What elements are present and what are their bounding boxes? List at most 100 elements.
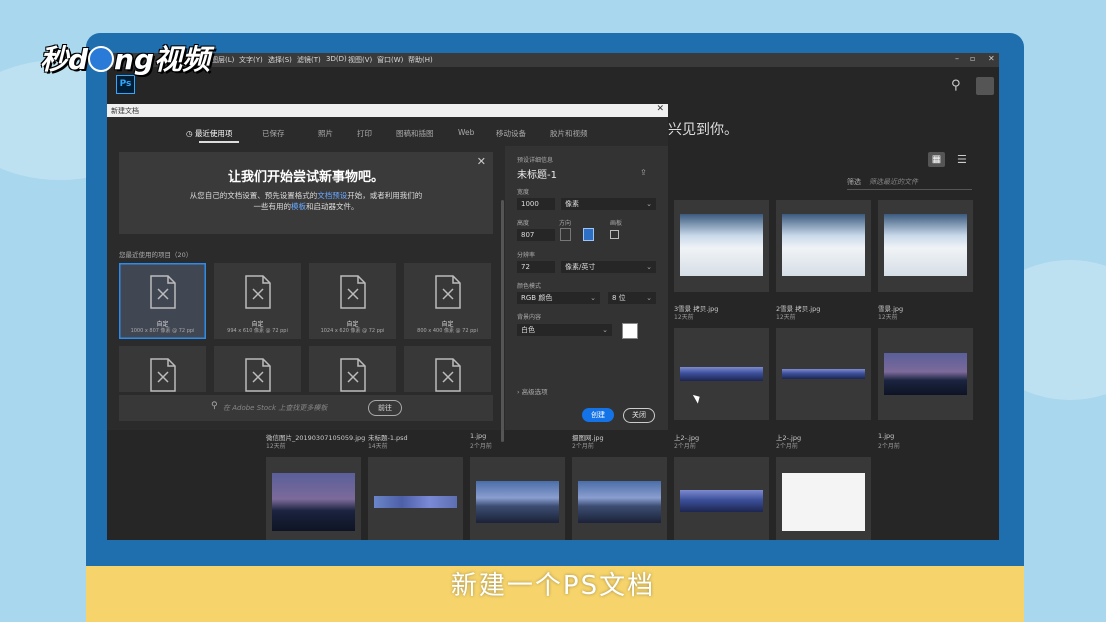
- tab-saved[interactable]: 已保存: [262, 128, 285, 139]
- tab-web[interactable]: Web: [458, 128, 474, 137]
- preset-card[interactable]: 自定 1000 x 807 像素 @ 72 ppi: [119, 263, 206, 339]
- preset-size: 1000 x 807 像素 @ 72 ppi: [130, 328, 195, 334]
- width-label: 宽度: [517, 189, 530, 196]
- file-thumb[interactable]: [470, 457, 565, 540]
- banner-title: 让我们开始尝试新事物吧。: [227, 170, 384, 185]
- menu-item-filter[interactable]: 滤镜(T): [297, 55, 321, 65]
- subtitle-caption: 新建一个PS文档: [450, 571, 656, 601]
- dialog-close-icon[interactable]: ✕: [656, 104, 664, 114]
- dialog-title: 新建文档: [111, 107, 139, 115]
- file-age: 12天前: [878, 314, 898, 321]
- chevron-down-icon: ⌄: [646, 263, 652, 271]
- bit-depth-value: 8 位: [612, 294, 626, 302]
- minimize-icon[interactable]: –: [955, 54, 959, 63]
- file-thumb[interactable]: [674, 328, 769, 420]
- preset-card[interactable]: [404, 346, 491, 392]
- clock-icon: ◷: [186, 129, 195, 138]
- resolution-label: 分辨率: [517, 252, 536, 259]
- list-view-icon[interactable]: ☰: [957, 153, 967, 166]
- active-tab-indicator: [199, 141, 239, 143]
- menu-item-window[interactable]: 窗口(W): [377, 55, 403, 65]
- file-name: 1.jpg: [878, 432, 895, 440]
- banner-text: 从您自己的文档设置、预先设置格式的文档预设开始，或者利用我们的 一些有用的模板和启…: [159, 190, 453, 212]
- resolution-input[interactable]: 72: [517, 261, 555, 273]
- maximize-icon[interactable]: ▫: [970, 54, 975, 63]
- filter-placeholder: 筛选最近的文件: [869, 178, 918, 186]
- file-age: 2个月前: [674, 443, 696, 450]
- preset-card[interactable]: [214, 346, 301, 392]
- preset-card[interactable]: 自定 1024 x 620 像素 @ 72 ppi: [309, 263, 396, 339]
- menu-item-view[interactable]: 视图(V): [348, 55, 372, 65]
- search-icon[interactable]: ⚲: [951, 78, 961, 93]
- document-name-input[interactable]: 未标题-1: [517, 166, 557, 181]
- menu-item-type[interactable]: 文字(Y): [239, 55, 263, 65]
- file-age: 14天前: [368, 443, 388, 450]
- tab-mobile[interactable]: 移动设备: [496, 128, 526, 139]
- new-document-dialog: 新建文档 ✕ ◷ 最近使用项 已保存 照片 打印 图稿和插图 Web 移动设备 …: [107, 104, 668, 442]
- photoshop-window: (I) 图层(L) 文字(Y) 选择(S) 滤镜(T) 3D(D) 视图(V) …: [107, 53, 999, 540]
- file-thumb[interactable]: [674, 457, 769, 540]
- document-icon: [245, 275, 271, 309]
- landscape-orientation-icon[interactable]: [583, 228, 594, 241]
- bit-depth-select[interactable]: 8 位 ⌄: [608, 292, 656, 304]
- preset-card[interactable]: 自定 800 x 400 像素 @ 72 ppi: [404, 263, 491, 339]
- tab-recent-label: 最近使用项: [194, 129, 233, 138]
- resolution-unit-value: 像素/英寸: [565, 263, 596, 271]
- width-input[interactable]: 1000: [517, 198, 555, 210]
- tab-recent[interactable]: ◷ 最近使用项: [186, 128, 232, 139]
- tab-art[interactable]: 图稿和插图: [396, 128, 434, 139]
- width-unit-select[interactable]: 像素 ⌄: [561, 198, 656, 210]
- filter-field[interactable]: 筛选 筛选最近的文件: [847, 177, 918, 187]
- stock-search-bar[interactable]: ⚲ 在 Adobe Stock 上查找更多模板 前往: [119, 395, 493, 421]
- resolution-unit-select[interactable]: 像素/英寸 ⌄: [561, 261, 656, 273]
- preset-size: 1024 x 620 像素 @ 72 ppi: [320, 328, 385, 334]
- background-color-swatch[interactable]: [622, 323, 638, 339]
- document-presets-link[interactable]: 文档预设: [317, 191, 347, 200]
- account-avatar[interactable]: [976, 77, 994, 95]
- file-thumb[interactable]: [572, 457, 667, 540]
- document-icon: [245, 358, 271, 392]
- file-age: 2个月前: [470, 443, 492, 450]
- grid-view-icon[interactable]: ▦: [928, 152, 945, 167]
- tab-photo[interactable]: 照片: [318, 128, 333, 139]
- file-thumb[interactable]: [878, 328, 973, 420]
- file-thumb[interactable]: [674, 200, 769, 292]
- file-age: 2个月前: [776, 443, 798, 450]
- document-icon: [340, 358, 366, 392]
- banner-text-part: 和启动器文件。: [306, 202, 359, 211]
- save-preset-icon[interactable]: ⇪: [640, 168, 647, 177]
- file-thumb[interactable]: [878, 200, 973, 292]
- portrait-orientation-icon[interactable]: [560, 228, 571, 241]
- file-thumb[interactable]: [776, 328, 871, 420]
- menu-item-3d[interactable]: 3D(D): [326, 55, 347, 63]
- artboard-checkbox[interactable]: [610, 230, 619, 239]
- file-thumb[interactable]: [776, 457, 871, 540]
- advanced-options-toggle[interactable]: › 高级选项: [517, 386, 548, 396]
- templates-link[interactable]: 模板: [291, 202, 306, 211]
- stock-search-input[interactable]: 在 Adobe Stock 上查找更多模板: [223, 403, 327, 413]
- preset-card[interactable]: 自定 994 x 610 像素 @ 72 ppi: [214, 263, 301, 339]
- preset-card[interactable]: [119, 346, 206, 392]
- preset-card[interactable]: [309, 346, 396, 392]
- file-age: 12天前: [266, 443, 286, 450]
- close-button[interactable]: 关闭: [623, 408, 655, 423]
- height-input[interactable]: 807: [517, 229, 555, 241]
- file-thumb[interactable]: [776, 200, 871, 292]
- tab-film[interactable]: 胶片和视频: [550, 128, 588, 139]
- banner-text-part: 从您自己的文档设置、预先设置格式的: [189, 191, 318, 200]
- tab-print[interactable]: 打印: [357, 128, 372, 139]
- background-select[interactable]: 白色 ⌄: [517, 324, 612, 336]
- advanced-options-label: 高级选项: [521, 388, 548, 396]
- presets-scrollbar[interactable]: [501, 200, 504, 442]
- filter-underline: [847, 189, 972, 190]
- menu-item-layer[interactable]: 图层(L): [211, 55, 234, 65]
- menu-item-help[interactable]: 帮助(H): [408, 55, 433, 65]
- file-thumb[interactable]: [368, 457, 463, 540]
- file-thumb[interactable]: [266, 457, 361, 540]
- close-window-icon[interactable]: ✕: [988, 54, 995, 63]
- go-button[interactable]: 前往: [368, 400, 402, 416]
- chevron-down-icon: ⌄: [602, 326, 608, 334]
- menu-item-select[interactable]: 选择(S): [268, 55, 292, 65]
- color-mode-select[interactable]: RGB 颜色 ⌄: [517, 292, 600, 304]
- create-button[interactable]: 创建: [582, 408, 614, 422]
